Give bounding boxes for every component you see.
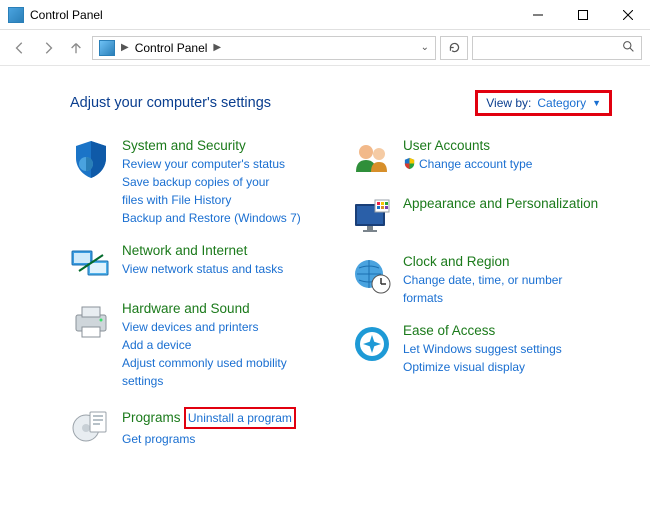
breadcrumb[interactable]: Control Panel (135, 41, 208, 55)
search-input[interactable] (472, 36, 642, 60)
category-sub[interactable]: Optimize visual display (403, 358, 612, 376)
uac-shield-icon (403, 157, 416, 170)
minimize-button[interactable] (515, 0, 560, 30)
maximize-button[interactable] (560, 0, 605, 30)
view-by-value: Category (537, 96, 586, 110)
category-title[interactable]: Ease of Access (403, 323, 495, 338)
category-sub[interactable]: Let Windows suggest settings (403, 340, 612, 358)
category-system-security: System and Security Review your computer… (70, 138, 331, 227)
view-by-label: View by: (486, 96, 531, 110)
content-header: Adjust your computer's settings View by:… (70, 90, 612, 116)
content: Adjust your computer's settings View by:… (0, 66, 650, 448)
search-icon (622, 40, 635, 56)
titlebar: Control Panel (0, 0, 650, 30)
category-sub[interactable]: View devices and printers (122, 318, 331, 336)
category-user-accounts: User Accounts Change account type (351, 138, 612, 180)
chevron-right-icon[interactable]: ▶ (121, 42, 129, 53)
network-icon (70, 243, 112, 285)
category-title[interactable]: Clock and Region (403, 254, 510, 269)
category-hardware-sound: Hardware and Sound View devices and prin… (70, 301, 331, 390)
view-by-selector[interactable]: View by: Category ▼ (475, 90, 612, 116)
category-column-left: System and Security Review your computer… (70, 138, 331, 448)
back-button[interactable] (8, 36, 32, 60)
category-column-right: User Accounts Change account type Appear… (351, 138, 612, 448)
category-appearance: Appearance and Personalization (351, 196, 612, 238)
ease-of-access-icon (351, 323, 393, 365)
chevron-down-icon: ▼ (592, 98, 601, 108)
category-ease-of-access: Ease of Access Let Windows suggest setti… (351, 323, 612, 376)
category-columns: System and Security Review your computer… (70, 138, 612, 448)
printer-icon (70, 301, 112, 343)
category-title[interactable]: User Accounts (403, 138, 490, 153)
category-title[interactable]: System and Security (122, 138, 246, 153)
page-heading: Adjust your computer's settings (70, 95, 475, 111)
category-sub[interactable]: Adjust commonly used mobility settings (122, 354, 292, 390)
category-clock-region: Clock and Region Change date, time, or n… (351, 254, 612, 307)
shield-icon (70, 138, 112, 180)
window-title: Control Panel (30, 8, 515, 22)
users-icon (351, 138, 393, 180)
category-sub[interactable]: Get programs (122, 430, 331, 448)
category-sub[interactable]: Change account type (419, 155, 532, 173)
up-button[interactable] (64, 36, 88, 60)
control-panel-icon (8, 7, 24, 23)
monitor-icon (351, 196, 393, 238)
category-title[interactable]: Hardware and Sound (122, 301, 250, 316)
chevron-down-icon[interactable]: ⌄ (421, 42, 429, 53)
chevron-right-icon[interactable]: ▶ (213, 42, 221, 53)
category-network-internet: Network and Internet View network status… (70, 243, 331, 285)
category-title[interactable]: Appearance and Personalization (403, 196, 598, 211)
control-panel-icon (99, 40, 115, 56)
category-sub[interactable]: Review your computer's status (122, 155, 331, 173)
forward-button[interactable] (36, 36, 60, 60)
category-sub[interactable]: Backup and Restore (Windows 7) (122, 209, 331, 227)
address-bar[interactable]: ▶ Control Panel ▶ ⌄ (92, 36, 436, 60)
programs-icon (70, 406, 112, 448)
category-programs: Programs Uninstall a program Get program… (70, 406, 331, 448)
category-title[interactable]: Programs (122, 410, 181, 425)
clock-globe-icon (351, 254, 393, 296)
category-sub[interactable]: View network status and tasks (122, 260, 331, 278)
toolbar: ▶ Control Panel ▶ ⌄ (0, 30, 650, 66)
category-sub[interactable]: Change date, time, or number formats (403, 271, 573, 307)
category-sub[interactable]: Add a device (122, 336, 331, 354)
refresh-button[interactable] (440, 36, 468, 60)
category-sub[interactable]: Save backup copies of your files with Fi… (122, 173, 292, 209)
close-button[interactable] (605, 0, 650, 30)
category-sub-uninstall[interactable]: Uninstall a program (184, 407, 296, 429)
category-title[interactable]: Network and Internet (122, 243, 247, 258)
